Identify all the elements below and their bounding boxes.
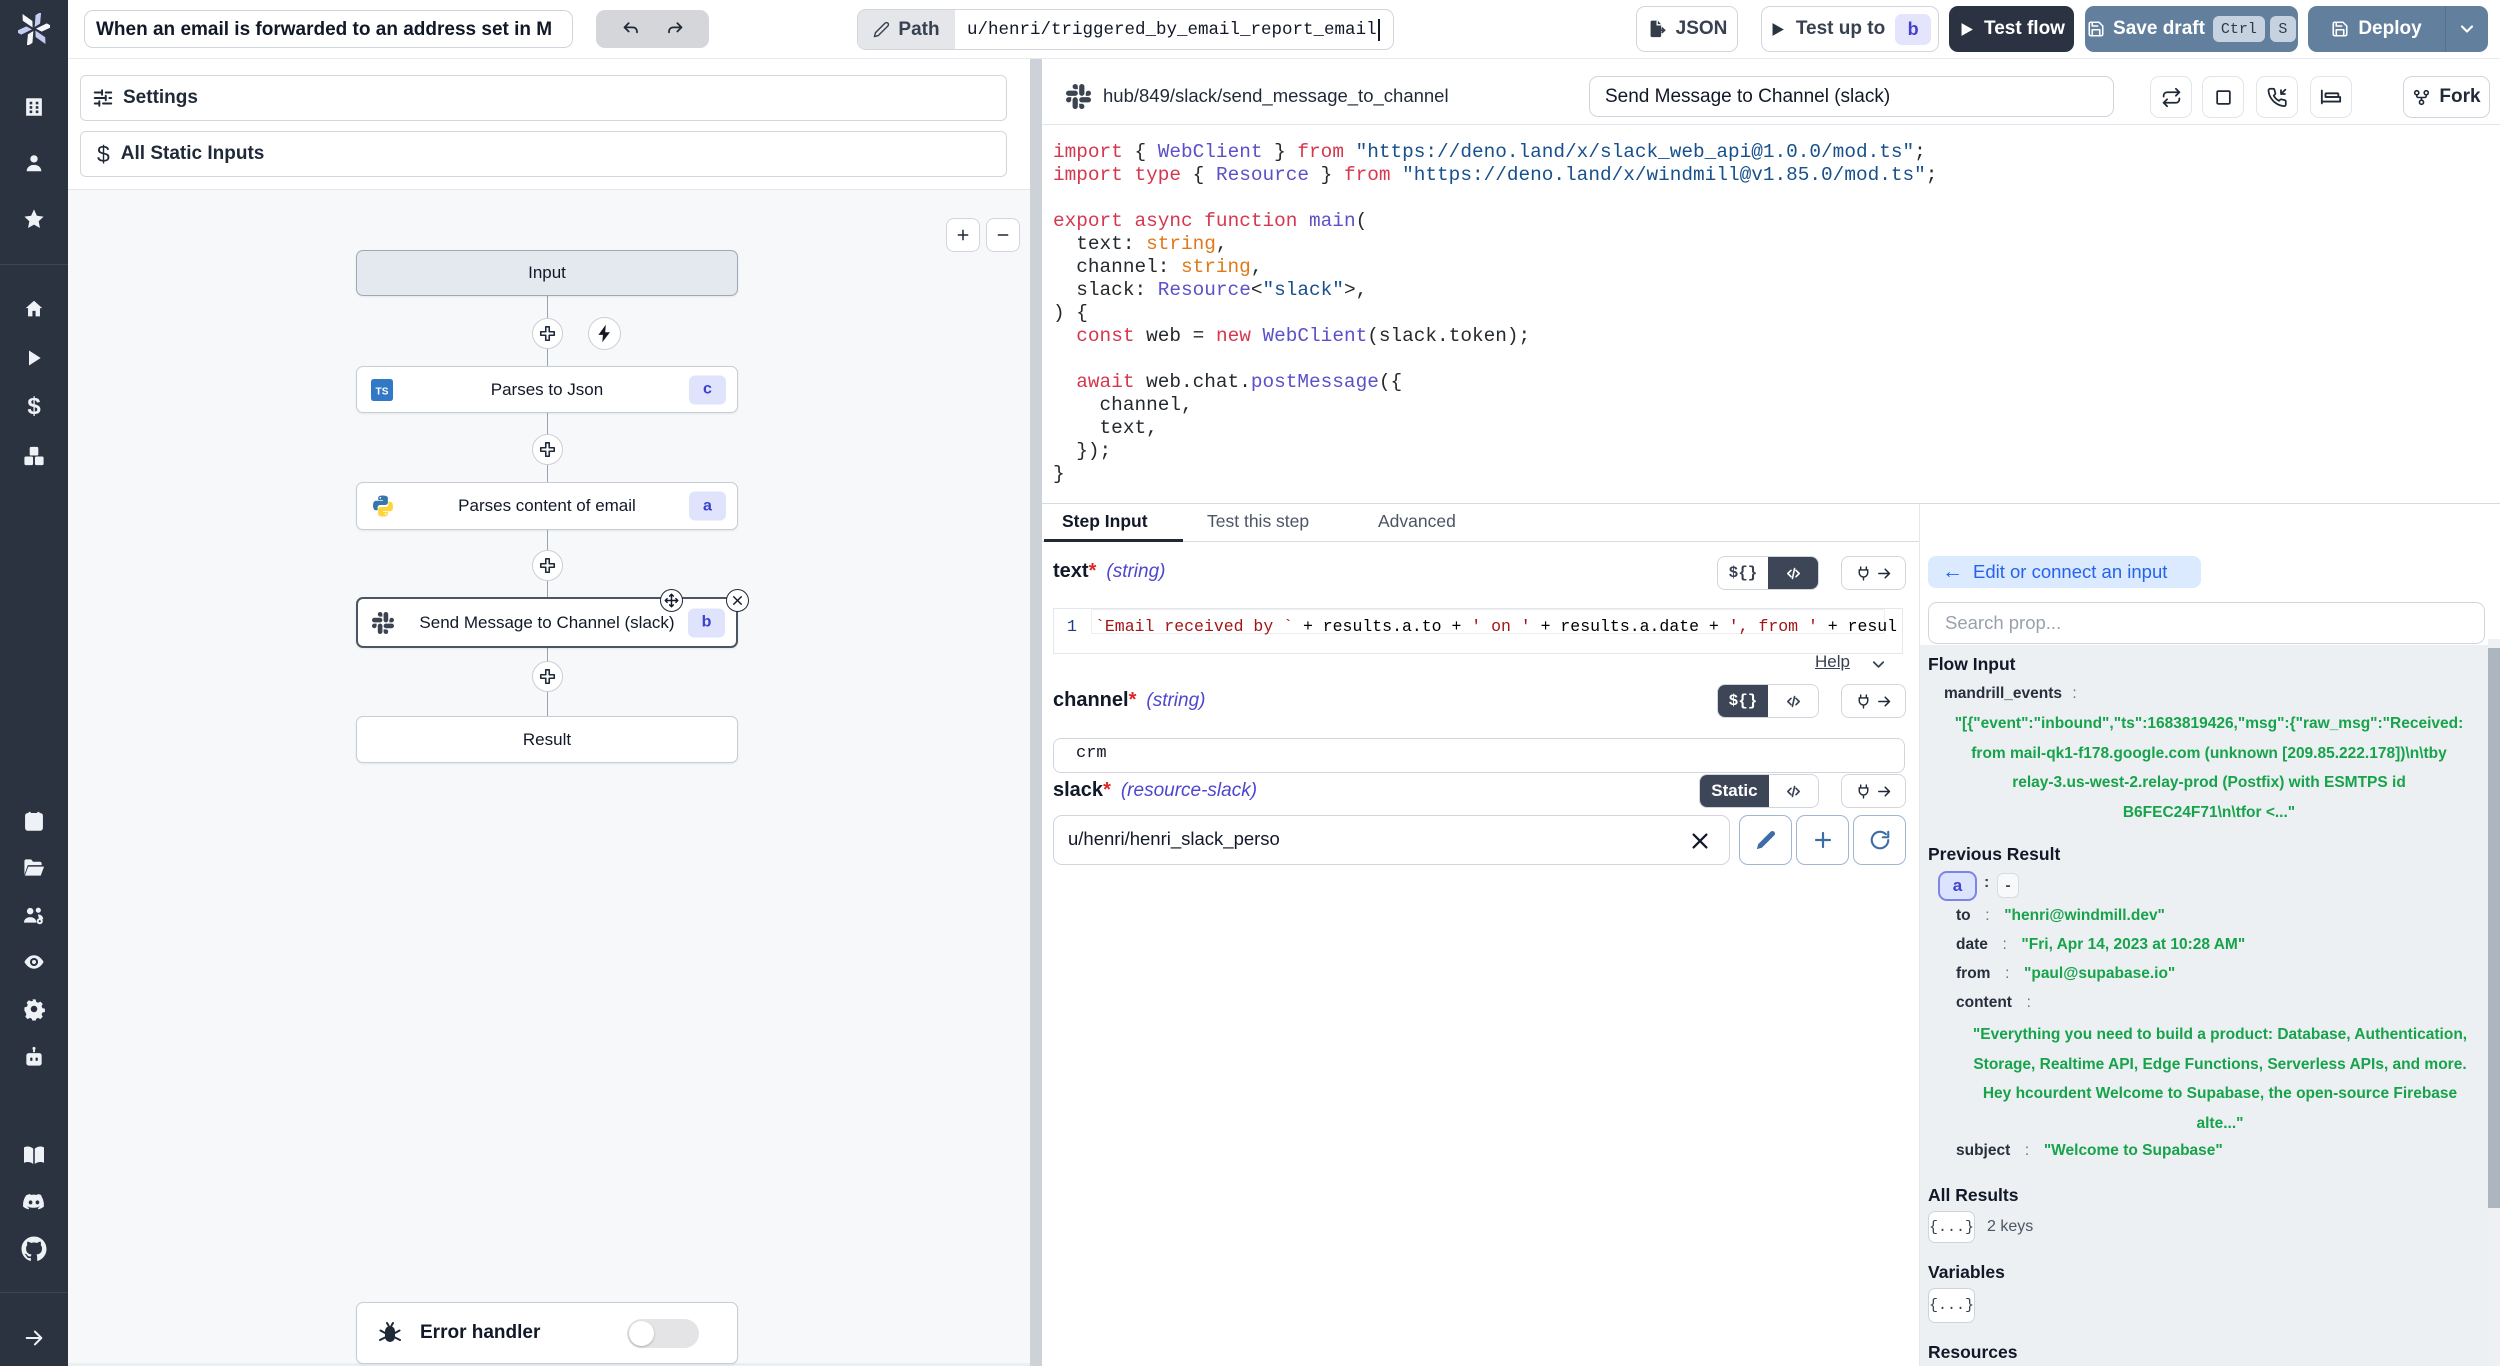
svg-text:TS: TS: [376, 386, 389, 397]
